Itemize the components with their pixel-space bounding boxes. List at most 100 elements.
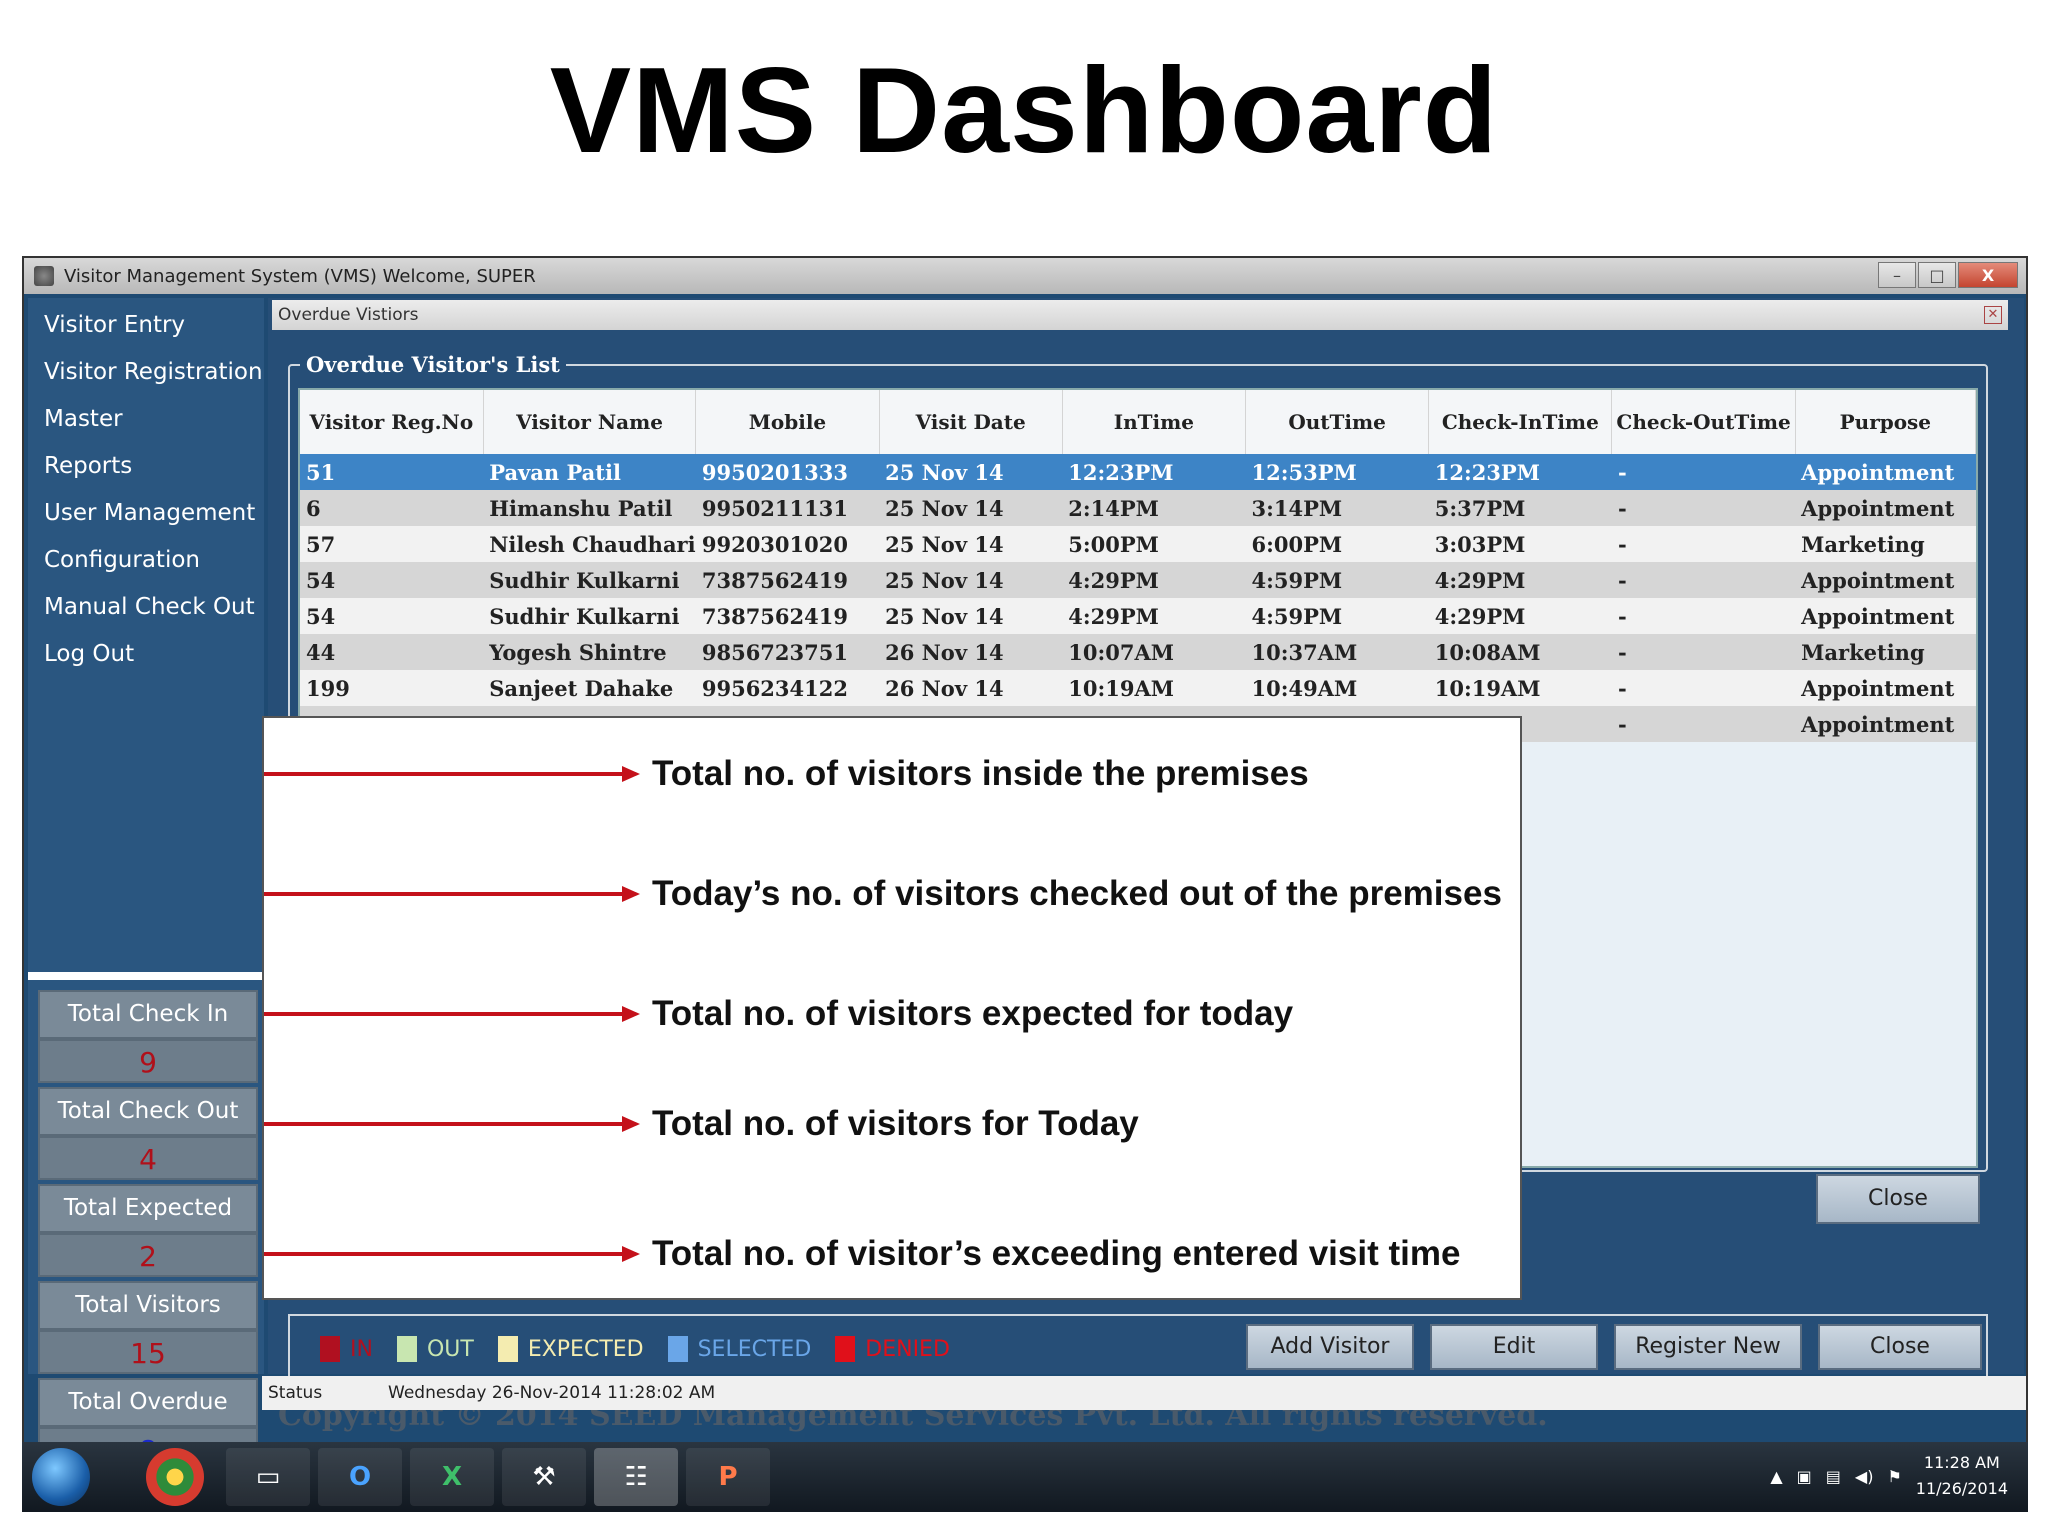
network-icon[interactable]: ▣ [1797,1467,1812,1486]
outlook-icon[interactable]: O [318,1448,402,1506]
table-row[interactable]: 51 Pavan Patil 9950201333 25 Nov 14 12:23PM 1… [300,454,1976,490]
callout-text: Total no. of visitors inside the premise… [652,754,1309,793]
menu-user-management[interactable]: User Management [28,490,264,537]
table-cell: 4:59PM [1245,598,1429,634]
table-cell: Appointment [1795,706,1976,742]
table-cell: - [1611,454,1796,490]
system-tray: ▲ ▣ ▤ ◀) ⚑ 11:28 AM 11/26/2014 [1770,1450,2008,1502]
table-row[interactable]: 57 Nilesh Chaudhari 9920301020 25 Nov 14 5:0… [300,526,1976,562]
volume-icon[interactable]: ◀) [1855,1467,1874,1486]
register-new-button[interactable]: Register New [1614,1324,1802,1370]
table-cell: 4:59PM [1245,562,1429,598]
callout-row: Total no. of visitor’s exceeding entered… [264,1234,1524,1274]
vms-app-icon[interactable]: ☷ [594,1448,678,1506]
legend-expected-label: EXPECTED [527,1336,644,1362]
status-bar: Status Wednesday 26-Nov-2014 11:28:02 AM [262,1376,2026,1410]
menu-visitor-registration[interactable]: Visitor Registration [28,349,264,396]
menu-reports[interactable]: Reports [28,443,264,490]
column-header[interactable]: Check-OutTime [1611,390,1796,454]
table-cell: - [1611,634,1796,670]
column-header[interactable]: Purpose [1795,390,1977,454]
table-cell: 44 [300,634,484,670]
start-button-icon[interactable] [32,1448,90,1506]
table-cell: 4:29PM [1428,598,1612,634]
column-header[interactable]: OutTime [1245,390,1430,454]
add-visitor-button[interactable]: Add Visitor [1246,1324,1414,1370]
column-header[interactable]: Mobile [695,390,880,454]
table-cell: 10:08AM [1428,634,1612,670]
table-cell: 10:49AM [1245,670,1429,706]
table-row[interactable]: 44 Yogesh Shintre 9856723751 26 Nov 14 10:07… [300,634,1976,670]
edit-button[interactable]: Edit [1430,1324,1598,1370]
table-cell: Sanjeet Dahake [483,670,696,706]
tray-expand-icon[interactable]: ▲ [1770,1467,1782,1486]
table-cell: Marketing [1795,526,1976,562]
status-datetime: Wednesday 26-Nov-2014 11:28:02 AM [388,1383,716,1403]
clock[interactable]: 11:28 AM 11/26/2014 [1916,1450,2008,1502]
table-cell: 51 [300,454,484,490]
legend-in-swatch [320,1336,340,1362]
table-cell: - [1611,598,1796,634]
window-close-button[interactable]: X [1958,262,2018,288]
clock-date: 11/26/2014 [1915,1479,2008,1498]
table-cell: 4:29PM [1062,598,1246,634]
table-row[interactable]: 54 Sudhir Kulkarni 7387562419 25 Nov 14 4:29… [300,598,1976,634]
legend-out-label: OUT [426,1336,474,1362]
column-header[interactable]: InTime [1062,390,1247,454]
column-header[interactable]: Visitor Reg.No [300,390,484,454]
table-row[interactable]: 199 Sanjeet Dahake 9956234122 26 Nov 14 10:1… [300,670,1976,706]
table-cell: 5:37PM [1428,490,1612,526]
table-cell: Sudhir Kulkarni [483,598,696,634]
status-legend: IN OUT EXPECTED SELECTED DENIED [320,1336,964,1362]
table-cell: 12:23PM [1428,454,1612,490]
table-cell: Himanshu Patil [483,490,696,526]
menu-master[interactable]: Master [28,396,264,443]
menu-log-out[interactable]: Log Out [28,631,264,678]
table-cell: 12:23PM [1062,454,1246,490]
bottom-close-button[interactable]: Close [1818,1324,1982,1370]
maximize-button[interactable]: □ [1918,262,1956,288]
table-cell: - [1611,526,1796,562]
menu-manual-check-out[interactable]: Manual Check Out [28,584,264,631]
table-cell: 7387562419 [695,598,880,634]
table-cell: 12:53PM [1245,454,1429,490]
flag-icon[interactable]: ⚑ [1887,1467,1901,1486]
chrome-icon[interactable] [146,1448,204,1506]
file-explorer-icon[interactable]: ▭ [226,1448,310,1506]
column-header[interactable]: Visitor Name [483,390,697,454]
table-row[interactable]: 6 Himanshu Patil 9950211131 25 Nov 14 2:14PM… [300,490,1976,526]
table-cell: 26 Nov 14 [879,670,1063,706]
panel-close-icon[interactable]: ✕ [1984,306,2002,324]
status-label: Status [268,1383,323,1403]
column-header[interactable]: Check-InTime [1428,390,1613,454]
stat-expected-value: 2 [38,1233,258,1277]
table-cell: 25 Nov 14 [879,490,1063,526]
table-cell: 57 [300,526,484,562]
table-cell: 25 Nov 14 [879,526,1063,562]
excel-icon[interactable]: X [410,1448,494,1506]
minimize-button[interactable]: – [1878,262,1916,288]
table-cell: 25 Nov 14 [879,598,1063,634]
table-cell: 25 Nov 14 [879,454,1063,490]
app-icon [34,266,54,286]
tools-icon[interactable]: ⚒ [502,1448,586,1506]
table-cell: Pavan Patil [483,454,696,490]
menu-visitor-entry[interactable]: Visitor Entry [28,302,264,349]
panel-close-button[interactable]: Close [1816,1174,1980,1224]
column-header[interactable]: Visit Date [879,390,1063,454]
table-cell: 3:14PM [1245,490,1429,526]
power-icon[interactable]: ▤ [1826,1467,1841,1486]
legend-denied-swatch [835,1336,856,1362]
callout-row: Total no. of visitors expected for today [264,994,1524,1034]
legend-denied-label: DENIED [865,1336,950,1362]
stats-panel: Total Check In 9 Total Check Out 4 Total… [38,990,258,1475]
menu-configuration[interactable]: Configuration [28,537,264,584]
group-title: Overdue Visitor's List [300,352,566,377]
table-cell: 3:03PM [1428,526,1612,562]
powerpoint-icon[interactable]: P [686,1448,770,1506]
table-cell: Sudhir Kulkarni [483,562,696,598]
stat-check-in-value: 9 [38,1039,258,1083]
table-row[interactable]: 54 Sudhir Kulkarni 7387562419 25 Nov 14 4:29… [300,562,1976,598]
bottom-bar: IN OUT EXPECTED SELECTED DENIED Add Visi… [288,1314,1988,1378]
callout-text: Total no. of visitors for Today [652,1104,1139,1143]
